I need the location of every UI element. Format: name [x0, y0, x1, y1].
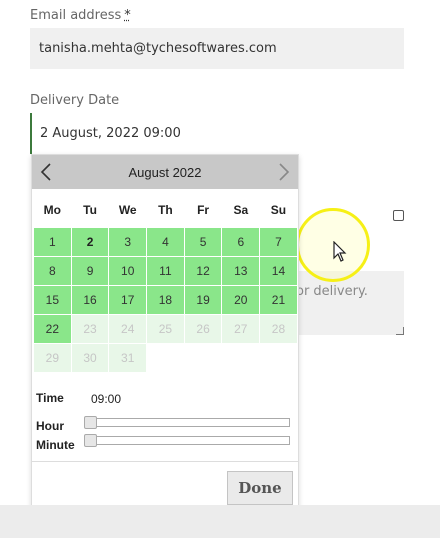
hour-slider-handle[interactable]	[84, 416, 97, 429]
calendar-day[interactable]: 10	[108, 255, 148, 286]
calendar-day[interactable]: 3	[108, 226, 148, 257]
calendar-day[interactable]: 1	[33, 226, 72, 257]
delivery-date-field[interactable]: 2 August, 2022 09:00	[30, 113, 404, 154]
calendar-day[interactable]: 13	[221, 255, 261, 286]
weekday-header: Sa	[233, 202, 249, 217]
weekday-header: Su	[270, 202, 287, 217]
calendar-day[interactable]: 15	[33, 284, 72, 315]
required-mark: *	[124, 8, 131, 23]
done-button[interactable]: Done	[227, 471, 293, 505]
resize-handle-icon[interactable]	[396, 327, 404, 335]
calendar-week-row: 1234567	[33, 226, 298, 257]
weekday-header: Fr	[197, 202, 210, 217]
calendar-week-row: 8 9 10 11 12 13 14	[33, 255, 298, 286]
calendar-day[interactable]: 2	[70, 226, 110, 257]
email-field[interactable]: tanisha.mehta@tychesoftwares.com	[30, 28, 404, 69]
delivery-date-value: 2 August, 2022 09:00	[40, 126, 181, 141]
weekday-header: Mo	[43, 202, 61, 217]
calendar-day: 23	[70, 313, 110, 344]
datepicker-header: August 2022	[32, 155, 298, 189]
email-value: tanisha.mehta@tychesoftwares.com	[39, 41, 277, 56]
calendar-day: 26	[183, 313, 223, 344]
calendar-day[interactable]: 4	[146, 226, 185, 257]
calendar-week-row: 22 23 24 25 26 27 28	[33, 313, 298, 344]
minute-slider-handle[interactable]	[84, 434, 97, 447]
calendar-day: 24	[108, 313, 148, 344]
calendar-day: 27	[221, 313, 261, 344]
calendar-day[interactable]: 5	[183, 226, 223, 257]
calendar-day[interactable]: 8	[33, 255, 72, 286]
calendar-day[interactable]: 17	[108, 284, 148, 315]
weekday-header: Th	[158, 202, 173, 217]
calendar-day[interactable]: 11	[146, 255, 185, 286]
calendar-day[interactable]: 18	[146, 284, 185, 315]
calendar-day[interactable]: 6	[221, 226, 261, 257]
divider	[32, 461, 298, 462]
month-title: August 2022	[128, 164, 202, 180]
checkbox[interactable]	[393, 210, 404, 221]
calendar-day[interactable]: 22	[33, 313, 72, 344]
mouse-cursor-icon	[333, 241, 347, 262]
calendar-empty-cell	[146, 342, 185, 373]
weekday-header: We	[118, 202, 137, 217]
order-notes-textarea[interactable]: or delivery.	[296, 271, 404, 335]
calendar-day[interactable]: 7	[259, 226, 298, 257]
calendar-day: 29	[33, 342, 72, 373]
hour-label: Hour	[36, 419, 64, 433]
calendar-week-row: 15 16 17 18 19 20 21	[33, 284, 298, 315]
calendar-day[interactable]: 14	[259, 255, 298, 286]
weekday-header: Tu	[83, 202, 97, 217]
time-value: 09:00	[91, 392, 122, 406]
calendar-day[interactable]: 9	[70, 255, 110, 286]
time-label: Time	[36, 391, 64, 405]
calendar-day[interactable]: 12	[183, 255, 223, 286]
calendar-day[interactable]: 21	[259, 284, 298, 315]
calendar-day[interactable]: 20	[221, 284, 261, 315]
calendar-day: 31	[108, 342, 148, 373]
chevron-right-icon[interactable]	[275, 161, 293, 183]
chevron-left-icon[interactable]	[37, 161, 55, 183]
datepicker: August 2022 Mo Tu We Th Fr Sa Su 1234567…	[31, 154, 299, 511]
calendar-week-row: 29 30 31	[33, 342, 298, 373]
calendar-grid: Mo Tu We Th Fr Sa Su 1 2 3 4 5 6 7 8 9 10 11 12 13 14…	[33, 193, 298, 373]
calendar-day: 25	[146, 313, 185, 344]
delivery-date-label: Delivery Date	[30, 93, 120, 108]
minute-slider[interactable]	[90, 436, 290, 445]
order-notes-placeholder: or delivery.	[296, 284, 368, 299]
calendar-day[interactable]: 19	[183, 284, 223, 315]
calendar-day: 28	[259, 313, 298, 344]
calendar-day: 30	[70, 342, 110, 373]
minute-label: Minute	[36, 438, 75, 452]
calendar-empty-cell	[221, 342, 261, 373]
email-label: Email address *	[30, 8, 131, 23]
calendar-empty-cell	[259, 342, 298, 373]
hour-slider[interactable]	[90, 418, 290, 427]
calendar-day[interactable]: 16	[70, 284, 110, 315]
weekday-row: Mo Tu We Th Fr Sa Su	[34, 193, 298, 227]
page-footer-band	[0, 505, 440, 538]
calendar-empty-cell	[183, 342, 223, 373]
email-label-text: Email address	[30, 8, 122, 23]
